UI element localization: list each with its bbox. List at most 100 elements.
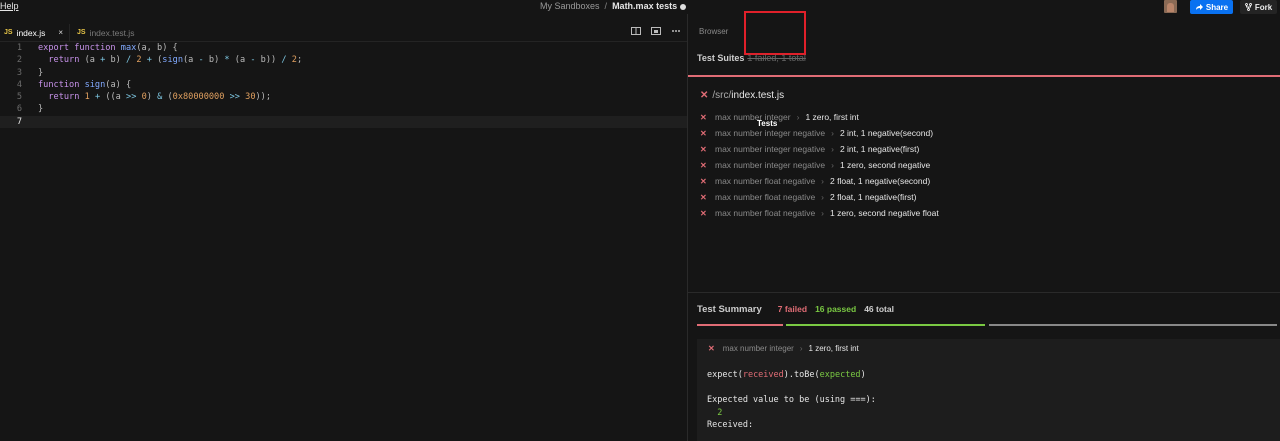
code-token: function — [38, 79, 85, 90]
test-case: 2 float, 1 negative(second) — [830, 176, 931, 186]
chevron-right-icon: › — [831, 128, 834, 138]
chevron-right-icon: › — [799, 344, 803, 353]
test-file[interactable]: ✕/src/index.test.js — [700, 90, 784, 101]
code-text: return 1 + ((a >> 0) & (0x80000000 >> 30… — [38, 91, 271, 103]
test-name: max number integer negative — [715, 144, 826, 154]
help-menu[interactable]: Help — [0, 1, 19, 11]
test-case: 2 float, 1 negative(first) — [830, 192, 917, 202]
test-case: 1 zero, second negative float — [830, 208, 939, 218]
code-token: )); — [255, 92, 272, 103]
test-list: ✕ max number integer › 1 zero, first int ✕ ma… — [700, 109, 939, 221]
failed-bar-segment — [697, 324, 783, 326]
share-icon — [1195, 3, 1203, 10]
test-row[interactable]: ✕ max number float negative › 2 float, 1 ne… — [700, 189, 939, 205]
test-name: max number float negative — [715, 208, 816, 218]
fork-label: Fork — [1254, 2, 1273, 12]
test-suites-label: Test Suites — [697, 53, 745, 63]
fail-icon: ✕ — [700, 90, 709, 101]
code-token: max — [120, 43, 137, 53]
tab-index-test-js[interactable]: JS index.test.js — [77, 24, 134, 41]
fail-icon: ✕ — [700, 128, 707, 138]
code-token: ) — [146, 92, 158, 103]
code-token: b)) — [255, 55, 282, 66]
test-name: max number float negative — [715, 192, 816, 202]
code-line[interactable]: 1 export function max(a, b) { — [0, 42, 687, 54]
tobe-token: ).toBe( — [783, 370, 820, 380]
top-bar: Help My Sandboxes / Math.max tests Share F… — [0, 0, 1280, 14]
code-token: b) — [105, 55, 126, 66]
code-token: ((a — [100, 92, 127, 103]
code-token: } — [38, 104, 44, 115]
test-case: 1 zero, first int — [805, 112, 859, 122]
test-case: 1 zero, second negative — [839, 160, 931, 170]
expected-value: 2 — [717, 407, 723, 418]
js-file-icon: JS — [77, 29, 86, 36]
failure-divider — [688, 75, 1280, 77]
test-panel: Browser Tests Test Suites 1 failed, 1 tot… — [688, 11, 1280, 441]
highlight-box — [744, 11, 806, 55]
code-token: export — [38, 43, 75, 53]
code-line[interactable]: 4 function sign(a) { — [0, 79, 687, 91]
chevron-right-icon: › — [821, 208, 825, 218]
test-name: max number integer — [715, 112, 791, 122]
line-number: 6 — [16, 104, 22, 115]
chevron-right-icon: › — [831, 144, 834, 154]
test-summary: Test Summary 7 failed 16 passed 46 total — [697, 304, 894, 315]
code-line[interactable]: 7 — [0, 115, 687, 129]
fork-button[interactable]: Fork — [1240, 0, 1277, 14]
summary-label: Test Summary — [697, 304, 762, 315]
received-label: Received: — [707, 420, 754, 430]
close-icon[interactable]: × — [58, 28, 63, 37]
test-row[interactable]: ✕ max number float negative › 2 float, 1 ne… — [700, 173, 939, 189]
code-token: } — [38, 67, 44, 78]
code-token: function — [74, 43, 121, 53]
fork-icon — [1244, 3, 1252, 11]
code-line[interactable]: 3} — [0, 67, 687, 79]
split-view-icon[interactable] — [631, 27, 641, 36]
received-token: received — [742, 370, 784, 380]
fail-icon: ✕ — [708, 344, 715, 353]
test-case: 2 int, 1 negative(second) — [839, 128, 934, 138]
breadcrumb-my-sandboxes[interactable]: My Sandboxes — [540, 1, 600, 11]
chevron-right-icon: › — [821, 176, 825, 186]
more-options-icon[interactable] — [671, 27, 681, 36]
tab-browser[interactable]: Browser — [699, 27, 728, 36]
file-dir: /src/ — [712, 90, 732, 101]
failure-detail: ✕ max number integer › 1 zero, first int… — [697, 339, 1280, 441]
failure-detail-header[interactable]: ✕ max number integer › 1 zero, first int — [708, 344, 859, 353]
avatar[interactable] — [1164, 0, 1177, 13]
fail-icon: ✕ — [700, 160, 707, 170]
tab-index-js[interactable]: JS index.js × — [0, 24, 70, 41]
code-token: ( — [162, 92, 173, 103]
failure-message: expect(received).toBe(expected) Expected… — [707, 369, 876, 432]
summary-total: 46 total — [864, 304, 894, 314]
fail-icon: ✕ — [700, 192, 707, 202]
test-row[interactable]: ✕ max number integer negative › 2 int, 1 ne… — [700, 125, 939, 141]
code-line[interactable]: 2 return (a + b) / 2 + (sign(a - b) * (a… — [0, 54, 687, 66]
expect-prefix: expect( — [707, 370, 743, 380]
code-text: } — [38, 67, 43, 79]
expected-token: expected — [819, 370, 861, 380]
code-token: 30 — [245, 92, 256, 103]
test-row[interactable]: ✕ max number integer negative › 1 zero, sec… — [700, 157, 939, 173]
code-line[interactable]: 6} — [0, 103, 687, 115]
js-file-icon: JS — [4, 29, 13, 36]
share-button[interactable]: Share — [1190, 0, 1233, 14]
test-name: max number integer — [722, 344, 794, 353]
code-token: (a — [183, 55, 199, 66]
code-token: sign — [162, 55, 183, 66]
line-number: 7 — [16, 116, 22, 127]
share-label: Share — [1205, 2, 1229, 12]
test-case: 2 int, 1 negative(first) — [839, 144, 920, 154]
breadcrumb: My Sandboxes / Math.max tests — [540, 1, 687, 11]
preview-icon[interactable] — [651, 27, 661, 36]
code-line[interactable]: 5 return 1 + ((a >> 0) & (0x80000000 >> … — [0, 91, 687, 103]
test-row[interactable]: ✕ max number integer › 1 zero, first int — [700, 109, 939, 125]
code-token: (a, b) { — [136, 43, 178, 53]
test-row[interactable]: ✕ max number float negative › 1 zero, secon… — [700, 205, 939, 221]
code-token: return — [38, 92, 85, 103]
test-row[interactable]: ✕ max number integer negative › 2 int, 1 ne… — [700, 141, 939, 157]
sandbox-title[interactable]: Math.max tests — [612, 1, 677, 11]
code-area[interactable]: 1 export function max(a, b) {2 return (a … — [0, 42, 687, 129]
editor-tabs: JS index.js × JS index.test.js — [0, 24, 687, 42]
